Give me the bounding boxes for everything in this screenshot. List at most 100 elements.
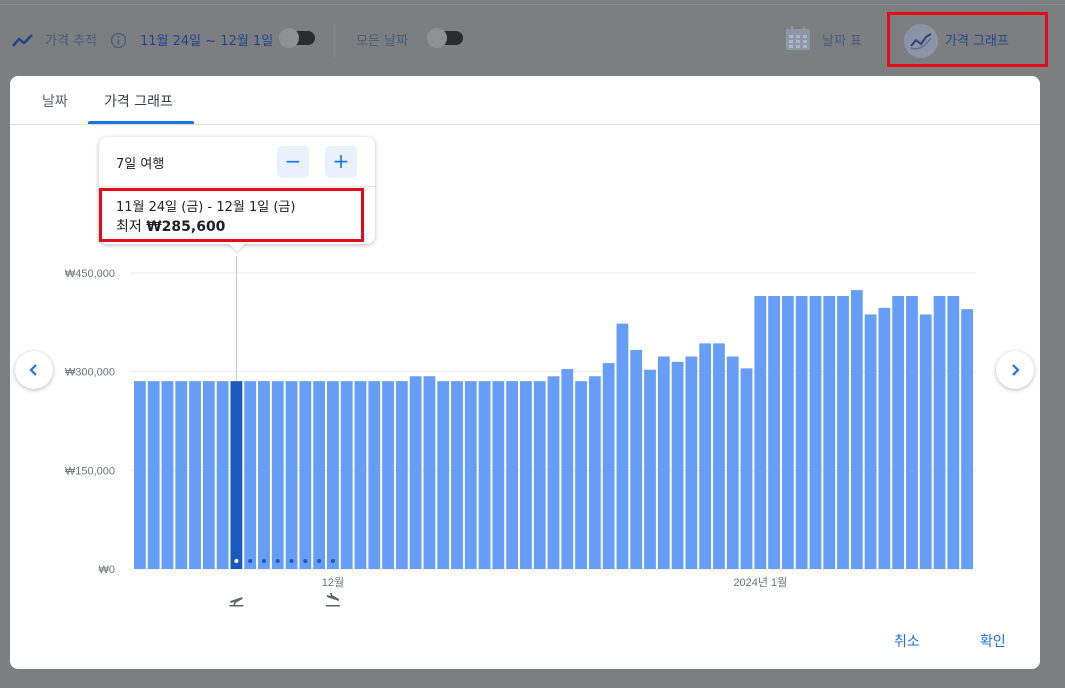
x-tick-label: 2024년 1월 <box>733 576 787 589</box>
price-bar[interactable] <box>616 323 629 569</box>
increase-days-button[interactable]: + <box>325 146 357 178</box>
price-bar[interactable] <box>850 290 863 569</box>
y-tick-label: ₩300,000 <box>65 367 115 379</box>
price-bar[interactable] <box>216 381 229 569</box>
trip-day-dot <box>317 559 322 563</box>
price-bar[interactable] <box>823 296 836 569</box>
price-bar[interactable] <box>644 369 656 569</box>
price-bar[interactable] <box>506 381 519 569</box>
price-bar[interactable] <box>161 381 174 569</box>
all-dates-toggle[interactable] <box>427 28 463 48</box>
calendar-grid-icon[interactable] <box>785 25 811 51</box>
price-bar[interactable] <box>258 381 270 569</box>
price-bar[interactable] <box>602 363 615 569</box>
price-bar[interactable] <box>395 381 408 569</box>
price-bar[interactable] <box>933 296 946 569</box>
cancel-button[interactable]: 취소 <box>894 631 920 651</box>
price-bar[interactable] <box>864 314 877 569</box>
price-bar[interactable] <box>244 381 257 569</box>
highlight-box-trip-info <box>99 188 364 242</box>
chart-y-ticks: ₩0 ₩150,000 ₩300,000 ₩450,000 <box>65 268 115 576</box>
price-bar[interactable] <box>768 296 780 569</box>
track-dates: 11월 24일 ~ 12월 1일 <box>140 30 273 49</box>
trip-day-dot <box>303 559 308 563</box>
price-bar-selected[interactable] <box>230 381 243 569</box>
price-bar[interactable] <box>285 381 298 569</box>
price-bar[interactable] <box>699 343 712 569</box>
price-bar[interactable] <box>368 381 381 569</box>
y-tick-label: ₩150,000 <box>65 465 115 477</box>
price-bar[interactable] <box>575 381 587 569</box>
trip-day-dot <box>234 559 239 563</box>
trip-day-dot <box>261 559 266 563</box>
price-bar[interactable] <box>299 381 312 569</box>
price-bar[interactable] <box>671 361 684 569</box>
tooltip-divider <box>99 186 375 187</box>
date-grid-button[interactable]: 날짜 표 <box>822 30 862 49</box>
next-range-button[interactable] <box>996 351 1034 389</box>
return-plane-icon <box>325 593 340 607</box>
chart-bars <box>134 290 973 569</box>
price-bar[interactable] <box>906 296 918 569</box>
price-bar[interactable] <box>657 356 670 569</box>
price-track-text: 가격 추적 <box>45 34 97 49</box>
price-bar[interactable] <box>533 381 546 569</box>
trip-day-dot <box>275 559 280 563</box>
departure-plane-icon <box>229 597 244 607</box>
price-track-toggle[interactable] <box>279 28 315 48</box>
price-bar[interactable] <box>754 296 767 569</box>
price-bar[interactable] <box>382 381 394 569</box>
chevron-right-icon <box>1012 364 1020 376</box>
price-bar[interactable] <box>520 381 532 569</box>
price-bar[interactable] <box>478 381 491 569</box>
price-bar[interactable] <box>795 296 808 569</box>
price-bar[interactable] <box>588 376 601 569</box>
price-bar[interactable] <box>423 376 436 569</box>
chevron-left-icon <box>29 364 37 376</box>
info-icon[interactable] <box>110 32 127 49</box>
price-bar[interactable] <box>547 376 560 569</box>
date-grid-label: 날짜 표 <box>822 34 863 49</box>
price-bar[interactable] <box>961 309 973 569</box>
price-bar[interactable] <box>630 349 643 569</box>
price-bar[interactable] <box>134 381 146 569</box>
top-toolbar: 가격 추적 11월 24일 ~ 12월 1일 모든 날짜 날짜 표 가격 그래프 <box>0 0 1065 76</box>
trip-day-dot <box>248 559 253 563</box>
price-bar[interactable] <box>189 381 201 569</box>
price-bar[interactable] <box>726 356 739 569</box>
price-bar[interactable] <box>409 376 422 569</box>
toolbar-separator <box>334 24 335 58</box>
price-bar[interactable] <box>713 343 725 569</box>
price-bar[interactable] <box>437 381 450 569</box>
price-bar[interactable] <box>561 369 574 569</box>
price-bar[interactable] <box>492 381 505 569</box>
price-bar[interactable] <box>202 381 215 569</box>
price-bar[interactable] <box>313 381 326 569</box>
decrease-days-button[interactable]: − <box>277 146 309 178</box>
price-bar[interactable] <box>340 381 353 569</box>
price-bar[interactable] <box>464 381 477 569</box>
price-bar[interactable] <box>175 381 188 569</box>
price-bar[interactable] <box>781 296 794 569</box>
flight-markers <box>229 593 340 607</box>
previous-range-button[interactable] <box>15 351 53 389</box>
track-dates-text: 11월 24일 ~ 12월 1일 <box>140 34 274 49</box>
price-bar[interactable] <box>919 314 932 569</box>
price-bar[interactable] <box>451 381 463 569</box>
price-bar[interactable] <box>837 296 849 569</box>
price-bar[interactable] <box>147 381 160 569</box>
y-tick-label: ₩0 <box>99 564 116 576</box>
trip-day-dot <box>330 559 335 563</box>
price-bar[interactable] <box>892 296 905 569</box>
trend-line-icon <box>12 34 33 47</box>
tooltip-pointer <box>228 243 246 252</box>
price-bar[interactable] <box>354 381 367 569</box>
price-bar[interactable] <box>327 381 339 569</box>
price-bar[interactable] <box>740 368 753 569</box>
price-bar[interactable] <box>947 296 960 569</box>
confirm-button[interactable]: 확인 <box>980 631 1006 651</box>
price-bar[interactable] <box>809 296 822 569</box>
price-bar[interactable] <box>271 381 284 569</box>
price-bar[interactable] <box>878 307 891 569</box>
price-bar[interactable] <box>685 356 698 569</box>
